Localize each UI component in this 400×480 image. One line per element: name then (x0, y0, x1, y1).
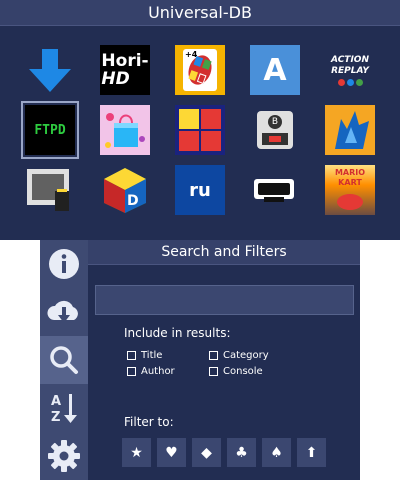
app-title: Universal-DB (0, 0, 400, 26)
checkbox-box[interactable] (127, 351, 136, 360)
svg-text:D: D (127, 193, 139, 209)
settings-button[interactable] (40, 432, 88, 480)
search-icon (50, 346, 78, 374)
title-checkbox[interactable]: Title (127, 350, 162, 361)
top-screen: Universal-DB Hori- HD +4 A ACTION REPLAY… (0, 0, 400, 240)
sidebar: A Z (40, 240, 88, 480)
svg-text:A: A (51, 394, 61, 409)
console-app-icon[interactable] (250, 165, 300, 215)
category-checkbox[interactable]: Category (209, 350, 269, 361)
search-button[interactable] (40, 336, 88, 384)
action-replay-app-icon[interactable]: ACTION REPLAY (325, 45, 375, 95)
console-checkbox[interactable]: Console (209, 366, 263, 377)
uno-card-app-icon[interactable]: +4 (175, 45, 225, 95)
sd-card-app-icon[interactable] (25, 165, 75, 215)
filter-update-button[interactable]: ⬆ (297, 438, 326, 467)
n64-cube-app-icon[interactable]: D (100, 165, 150, 215)
color-squares-app-icon[interactable] (175, 105, 225, 155)
sort-button[interactable]: A Z (40, 384, 88, 432)
filter-heart-button[interactable]: ♥ (157, 438, 186, 467)
search-panel-title: Search and Filters (88, 240, 360, 265)
mario-kart-app-icon[interactable]: MARIO KART (325, 165, 375, 215)
download-app-icon[interactable] (25, 45, 75, 95)
info-icon (49, 249, 79, 279)
gift-bag-app-icon[interactable] (100, 105, 150, 155)
bottom-screen: A Z Search and Filters Include in result… (40, 240, 360, 480)
gear-icon (48, 440, 80, 472)
checkbox-box[interactable] (127, 367, 136, 376)
include-results-label: Include in results: (124, 326, 231, 340)
ftpd-app-icon[interactable]: FTPD (21, 101, 79, 159)
ru-app-icon[interactable]: ru (175, 165, 225, 215)
filter-star-button[interactable]: ★ (122, 438, 151, 467)
filter-spade-button[interactable]: ♠ (262, 438, 291, 467)
checkbox-box[interactable] (209, 351, 218, 360)
wolf-app-icon[interactable] (325, 105, 375, 155)
svg-text:Z: Z (51, 410, 60, 425)
filter-diamond-button[interactable]: ◆ (192, 438, 221, 467)
filter-to-label: Filter to: (124, 415, 174, 429)
hori-hd-app-icon[interactable]: Hori- HD (100, 45, 150, 95)
sort-az-icon: A Z (51, 394, 77, 425)
info-button[interactable] (40, 240, 88, 288)
save-device-app-icon[interactable]: B (250, 105, 300, 155)
checkbox-box[interactable] (209, 367, 218, 376)
triangle-a-app-icon[interactable]: A (250, 45, 300, 95)
cloud-download-icon (47, 300, 78, 323)
filter-club-button[interactable]: ♣ (227, 438, 256, 467)
search-input[interactable] (95, 285, 354, 315)
download-button[interactable] (40, 288, 88, 336)
author-checkbox[interactable]: Author (127, 366, 175, 377)
